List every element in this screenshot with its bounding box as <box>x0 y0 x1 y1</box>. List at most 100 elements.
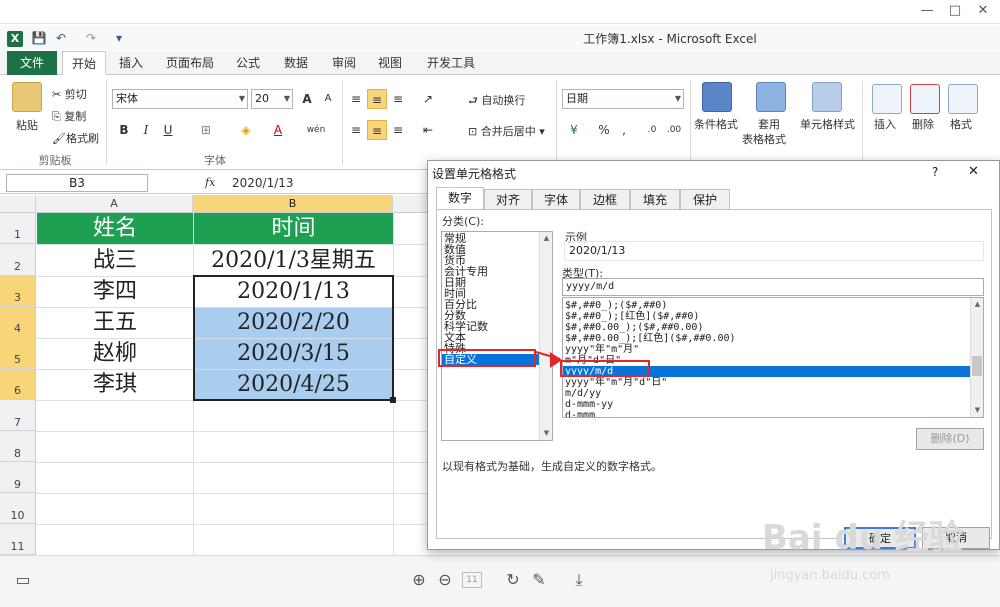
scroll-thumb[interactable] <box>972 356 982 376</box>
row-header-1[interactable]: 1 <box>0 213 36 244</box>
format-item[interactable]: $#,##0.00_);[红色]($#,##0.00) <box>563 333 983 344</box>
increase-decimal-icon[interactable]: .0 <box>642 120 662 140</box>
cell-a4[interactable]: 王五 <box>37 307 193 338</box>
row-header-7[interactable]: 7 <box>0 400 36 431</box>
align-right-icon[interactable]: ≡ <box>388 120 408 140</box>
align-bottom-icon[interactable]: ≡ <box>388 89 408 109</box>
format-item[interactable]: d-mmm-yy <box>563 399 983 410</box>
decrease-decimal-icon[interactable]: .00 <box>664 120 684 140</box>
undo-icon[interactable]: ↶ <box>52 29 70 47</box>
copy-button[interactable]: ⎘ 复制 <box>52 108 86 124</box>
tab-review[interactable]: 审阅 <box>324 51 364 75</box>
dialog-tab-alignment[interactable]: 对齐 <box>484 189 532 209</box>
format-item[interactable]: $#,##0_);[红色]($#,##0) <box>563 311 983 322</box>
download-icon[interactable]: ⤓ <box>568 569 590 591</box>
table-format-label-1[interactable]: 套用 <box>758 116 780 132</box>
format-painter-button[interactable]: 🖌格式刷 <box>52 130 99 146</box>
insert-cells-icon[interactable] <box>872 84 902 114</box>
dialog-close-button[interactable]: ✕ <box>968 164 979 179</box>
format-item[interactable]: d-mmm <box>563 410 983 417</box>
merge-center-button[interactable]: ⊡ 合并后居中 ▾ <box>468 123 545 139</box>
dialog-tab-border[interactable]: 边框 <box>580 189 630 209</box>
row-header-6[interactable]: 6 <box>0 369 36 400</box>
select-all-corner[interactable] <box>0 195 36 213</box>
edit-pen-icon[interactable]: ✎ <box>528 569 550 591</box>
tab-data[interactable]: 数据 <box>276 51 316 75</box>
comma-button[interactable]: , <box>614 120 634 140</box>
bold-button[interactable]: B <box>114 120 134 140</box>
delete-format-button[interactable]: 删除(D) <box>916 428 984 450</box>
category-list[interactable]: 常规 数值 货币 会计专用 日期 时间 百分比 分数 科学记数 文本 特殊 自定… <box>441 231 553 441</box>
fx-icon[interactable]: fx <box>205 176 215 189</box>
row-header-10[interactable]: 10 <box>0 493 36 524</box>
restore-button[interactable]: □ <box>944 2 966 20</box>
paste-icon[interactable] <box>12 82 42 112</box>
align-center-icon[interactable]: ≡ <box>367 120 387 140</box>
zoom-in-icon[interactable]: ⊕ <box>408 569 430 591</box>
cut-button[interactable]: ✂ 剪切 <box>52 86 87 102</box>
zoom-out-icon[interactable]: ⊖ <box>434 569 456 591</box>
dialog-tab-fill[interactable]: 填充 <box>630 189 680 209</box>
redo-icon[interactable]: ↷ <box>82 29 100 47</box>
format-scrollbar[interactable]: ▲ ▼ <box>970 298 983 417</box>
italic-button[interactable]: I <box>136 120 156 140</box>
dialog-tab-protection[interactable]: 保护 <box>680 189 730 209</box>
indent-icon[interactable]: ⇤ <box>418 120 438 140</box>
row-header-9[interactable]: 9 <box>0 462 36 493</box>
cell-a6[interactable]: 李琪 <box>37 369 193 400</box>
tab-file[interactable]: 文件 <box>7 51 57 75</box>
table-format-label-2[interactable]: 表格格式 <box>742 131 786 147</box>
scroll-down-icon[interactable]: ▼ <box>540 427 552 440</box>
format-list[interactable]: $#,##0_);($#,##0) $#,##0_);[红色]($#,##0) … <box>562 297 984 418</box>
conditional-format-icon[interactable] <box>702 82 732 112</box>
cell-a5[interactable]: 赵柳 <box>37 338 193 369</box>
column-header-a[interactable]: A <box>36 195 193 213</box>
help-button[interactable]: ? <box>932 165 938 179</box>
column-header-b[interactable]: B <box>193 195 393 213</box>
format-item[interactable]: $#,##0_);($#,##0) <box>563 300 983 311</box>
row-header-2[interactable]: 2 <box>0 244 36 276</box>
tab-insert[interactable]: 插入 <box>112 51 150 75</box>
rotate-icon[interactable]: ↻ <box>502 569 524 591</box>
delete-cells-icon[interactable] <box>910 84 940 114</box>
cell-styles-button[interactable]: 单元格样式 <box>800 116 855 132</box>
scroll-up-icon[interactable]: ▲ <box>540 232 552 245</box>
tab-view[interactable]: 视图 <box>370 51 410 75</box>
cell-b1[interactable]: 时间 <box>194 213 393 244</box>
border-icon[interactable]: ⊞ <box>196 120 216 140</box>
currency-icon[interactable]: ¥ <box>564 120 584 140</box>
scroll-up-icon[interactable]: ▲ <box>971 298 983 311</box>
fill-color-icon[interactable]: ◈ <box>236 120 256 140</box>
delete-cells-button[interactable]: 删除 <box>912 116 934 132</box>
tab-home[interactable]: 开始 <box>62 51 106 75</box>
row-header-3[interactable]: 3 <box>0 276 36 307</box>
dialog-tab-font[interactable]: 字体 <box>532 189 580 209</box>
type-input[interactable]: yyyy/m/d <box>562 278 984 296</box>
align-middle-icon[interactable]: ≡ <box>367 89 387 109</box>
excel-app-icon[interactable]: X <box>7 31 23 47</box>
shrink-font-button[interactable]: A <box>318 89 338 109</box>
format-cells-icon[interactable] <box>948 84 978 114</box>
category-scrollbar[interactable]: ▲ ▼ <box>539 232 552 440</box>
tab-page-layout[interactable]: 页面布局 <box>160 51 220 75</box>
format-item[interactable]: $#,##0.00_);($#,##0.00) <box>563 322 983 333</box>
format-item[interactable]: yyyy"年"m"月"d"日" <box>563 377 983 388</box>
number-format-select[interactable]: 日期 ▼ <box>562 89 684 109</box>
underline-button[interactable]: U <box>158 120 178 140</box>
font-name-select[interactable]: 宋体 ▼ <box>112 89 248 109</box>
font-color-icon[interactable]: A <box>268 120 288 140</box>
grow-font-button[interactable]: A <box>297 89 317 109</box>
close-window-button[interactable]: ✕ <box>972 2 994 20</box>
tab-formulas[interactable]: 公式 <box>228 51 268 75</box>
row-header-11[interactable]: 11 <box>0 524 36 555</box>
column-header-c[interactable] <box>393 195 430 213</box>
wrap-text-button[interactable]: ⮐ 自动换行 <box>468 92 525 111</box>
save-icon[interactable]: 💾 <box>30 29 48 47</box>
scroll-down-icon[interactable]: ▼ <box>971 404 983 417</box>
align-top-icon[interactable]: ≡ <box>346 89 366 109</box>
row-header-8[interactable]: 8 <box>0 431 36 462</box>
align-left-icon[interactable]: ≡ <box>346 120 366 140</box>
cell-a3[interactable]: 李四 <box>37 276 193 307</box>
dialog-tab-number[interactable]: 数字 <box>436 187 484 210</box>
minimize-button[interactable]: — <box>916 2 938 20</box>
